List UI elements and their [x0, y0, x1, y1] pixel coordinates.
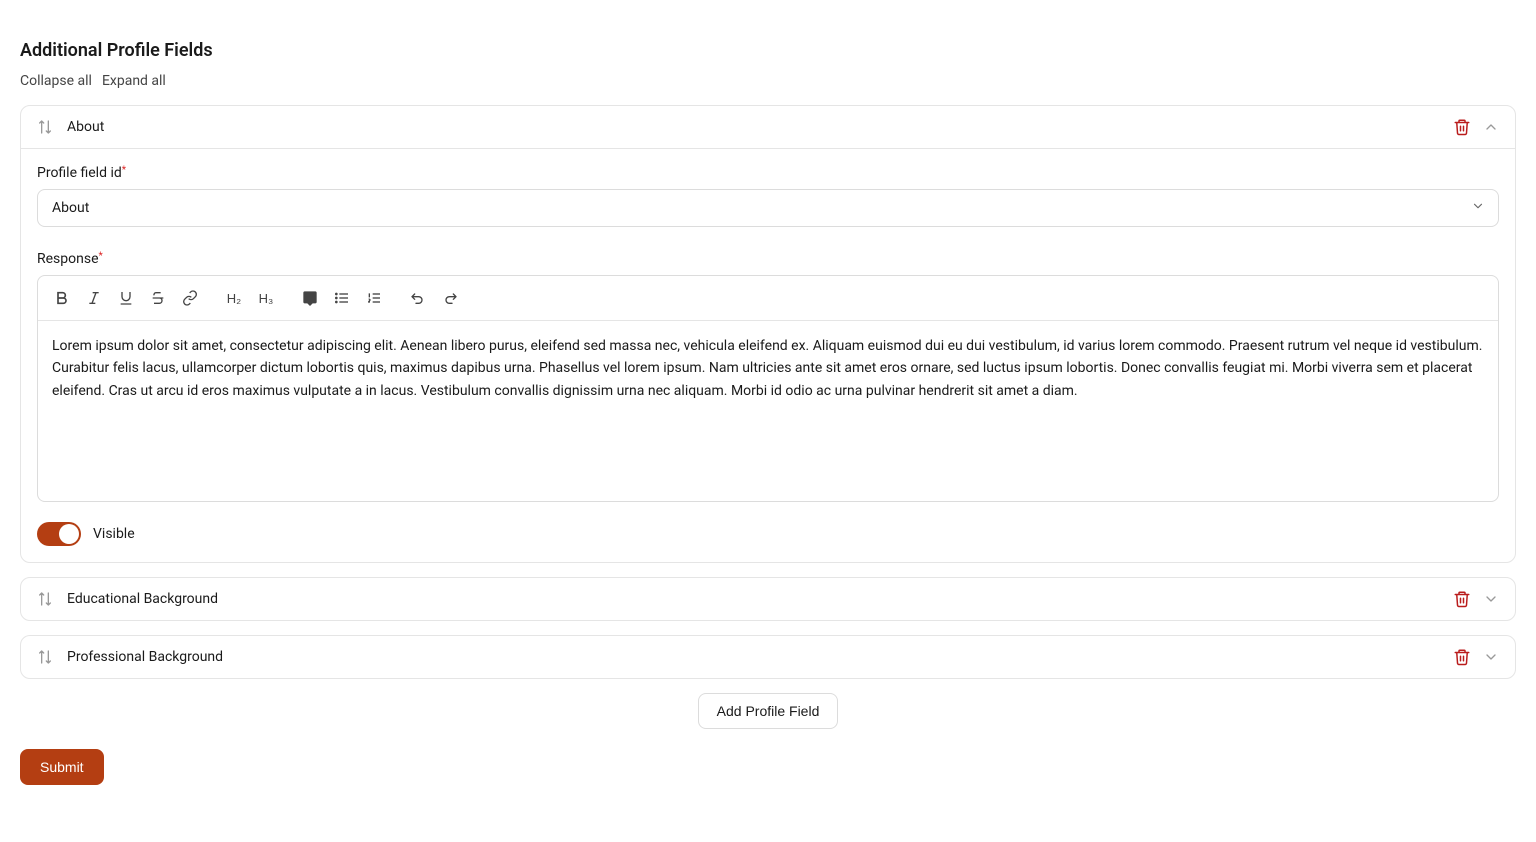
profile-field-id-label: Profile field id*: [37, 165, 1499, 181]
visible-label: Visible: [93, 526, 135, 542]
heading2-button[interactable]: H₂: [220, 284, 248, 312]
profile-field-select[interactable]: About: [37, 189, 1499, 227]
accordion-item-educational: Educational Background: [20, 577, 1516, 621]
accordion-body-about: Profile field id* About Response*: [21, 148, 1515, 562]
drag-handle-icon[interactable]: [37, 119, 53, 135]
link-button[interactable]: [176, 284, 204, 312]
accordion-item-about: About Profile field id* About: [20, 105, 1516, 563]
drag-handle-icon[interactable]: [37, 649, 53, 665]
heading3-text: H₃: [259, 291, 274, 306]
heading2-text: H₂: [227, 291, 241, 306]
visible-toggle-row: Visible: [37, 522, 1499, 546]
drag-handle-icon[interactable]: [37, 591, 53, 607]
underline-button[interactable]: [112, 284, 140, 312]
expand-controls: Collapse all Expand all: [20, 73, 1516, 89]
heading3-button[interactable]: H₃: [252, 284, 280, 312]
visible-toggle[interactable]: [37, 522, 81, 546]
required-asterisk: *: [122, 165, 126, 176]
chevron-down-icon[interactable]: [1483, 649, 1499, 665]
chevron-up-icon[interactable]: [1483, 119, 1499, 135]
required-asterisk: *: [99, 251, 103, 262]
numbered-list-button[interactable]: [360, 284, 388, 312]
rich-text-editor: H₂ H₃: [37, 275, 1499, 502]
trash-icon[interactable]: [1453, 590, 1471, 608]
collapse-all-link[interactable]: Collapse all: [20, 73, 92, 89]
editor-toolbar: H₂ H₃: [38, 276, 1498, 321]
undo-button[interactable]: [404, 284, 432, 312]
bullet-list-button[interactable]: [328, 284, 356, 312]
page-title: Additional Profile Fields: [20, 40, 1516, 61]
submit-button[interactable]: Submit: [20, 749, 104, 785]
accordion-header-professional[interactable]: Professional Background: [21, 636, 1515, 678]
profile-field-id-label-text: Profile field id: [37, 165, 122, 181]
redo-button[interactable]: [436, 284, 464, 312]
add-profile-field-button[interactable]: Add Profile Field: [698, 693, 839, 729]
add-button-row: Add Profile Field: [20, 693, 1516, 729]
accordion-header-about[interactable]: About: [21, 106, 1515, 148]
comment-button[interactable]: [296, 284, 324, 312]
chevron-down-icon[interactable]: [1483, 591, 1499, 607]
editor-content[interactable]: Lorem ipsum dolor sit amet, consectetur …: [38, 321, 1498, 501]
page-container: Additional Profile Fields Collapse all E…: [20, 20, 1516, 805]
accordion-title: Professional Background: [67, 649, 1453, 665]
trash-icon[interactable]: [1453, 118, 1471, 136]
trash-icon[interactable]: [1453, 648, 1471, 666]
bold-button[interactable]: [48, 284, 76, 312]
profile-field-select-wrapper: About: [37, 189, 1499, 227]
response-label: Response*: [37, 251, 1499, 267]
response-label-text: Response: [37, 251, 99, 267]
strikethrough-button[interactable]: [144, 284, 172, 312]
expand-all-link[interactable]: Expand all: [102, 73, 166, 89]
accordion-title: About: [67, 119, 1453, 135]
italic-button[interactable]: [80, 284, 108, 312]
accordion-header-educational[interactable]: Educational Background: [21, 578, 1515, 620]
accordion-title: Educational Background: [67, 591, 1453, 607]
accordion-item-professional: Professional Background: [20, 635, 1516, 679]
toggle-knob: [59, 524, 79, 544]
